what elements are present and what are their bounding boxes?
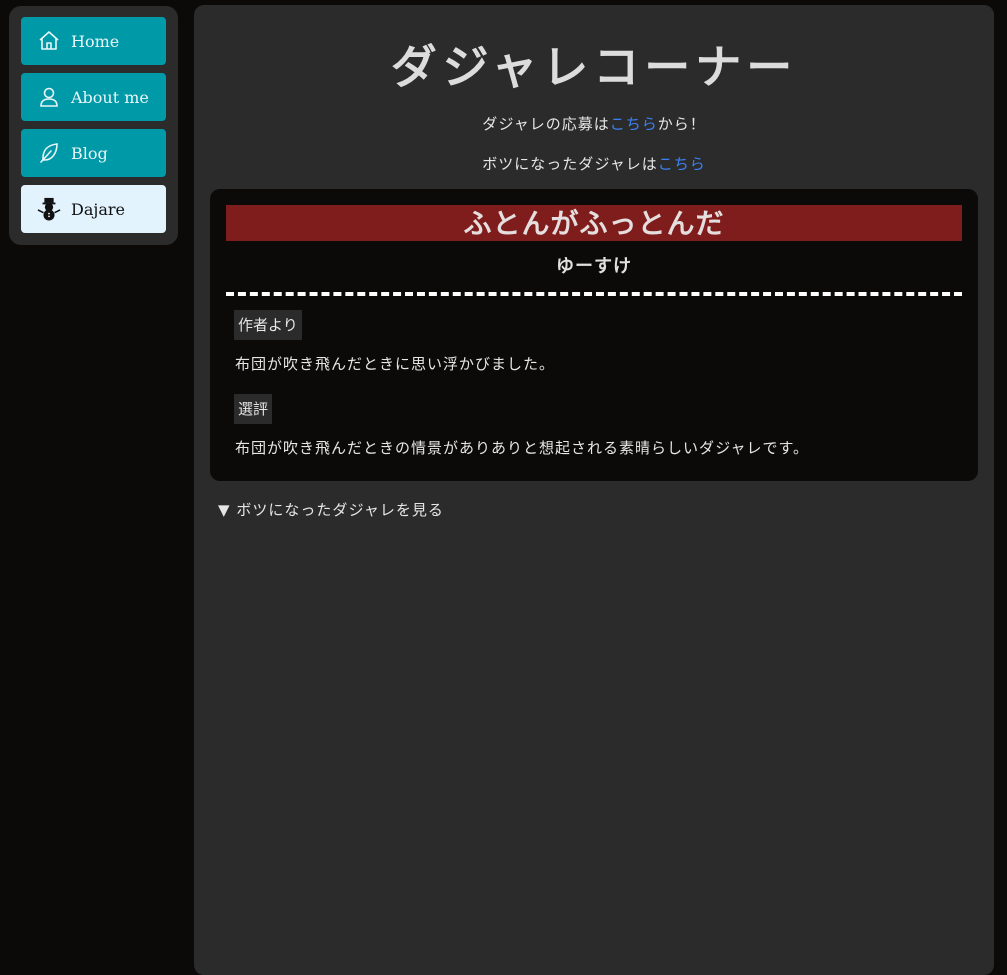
home-icon <box>37 29 61 53</box>
rejected-prefix: ボツになったダジャレは <box>482 155 658 173</box>
person-icon <box>37 85 61 109</box>
dashed-divider <box>226 292 962 296</box>
nav-dajare-label: Dajare <box>71 199 125 219</box>
rejected-line: ボツになったダジャレはこちら <box>194 153 994 174</box>
dajare-title: ふとんがふっとんだ <box>226 205 962 241</box>
nav-about-label: About me <box>71 87 149 107</box>
dajare-author: ゆーすけ <box>556 256 632 277</box>
submit-suffix: から！ <box>657 115 706 133</box>
submit-link[interactable]: こちら <box>610 115 658 133</box>
rejected-link[interactable]: こちら <box>658 155 706 173</box>
triangle-down-icon: ▼ <box>218 501 231 519</box>
snowman-icon <box>37 197 61 221</box>
sidebar-nav: Home About me Blog Dajare <box>9 6 178 245</box>
review-label: 選評 <box>234 394 273 424</box>
feather-icon <box>37 141 61 165</box>
nav-about-button[interactable]: About me <box>21 73 166 121</box>
details-summary: ボツになったダジャレを見る <box>236 501 444 519</box>
author-note-label: 作者より <box>234 310 302 340</box>
page-title: ダジャレコーナー <box>390 40 798 94</box>
dajare-card: ふとんがふっとんだ ゆーすけ 作者より 布団が吹き飛んだときに思い浮かびました。… <box>210 189 978 481</box>
nav-home-label: Home <box>71 31 120 51</box>
nav-blog-label: Blog <box>71 143 108 163</box>
nav-blog-button[interactable]: Blog <box>21 129 166 177</box>
main-panel: ダジャレコーナー ダジャレの応募はこちらから！ ボツになったダジャレはこちら ふ… <box>194 5 994 975</box>
author-note-text: 布団が吹き飛んだときに思い浮かびました。 <box>235 355 556 373</box>
review-text: 布団が吹き飛んだときの情景がありありと想起される素晴らしいダジャレです。 <box>235 439 810 457</box>
submit-line: ダジャレの応募はこちらから！ <box>194 113 994 134</box>
submit-prefix: ダジャレの応募は <box>482 115 610 133</box>
nav-home-button[interactable]: Home <box>21 17 166 65</box>
nav-dajare-button[interactable]: Dajare <box>21 185 166 233</box>
rejected-details-toggle[interactable]: ▼ ボツになったダジャレを見る <box>218 499 444 520</box>
